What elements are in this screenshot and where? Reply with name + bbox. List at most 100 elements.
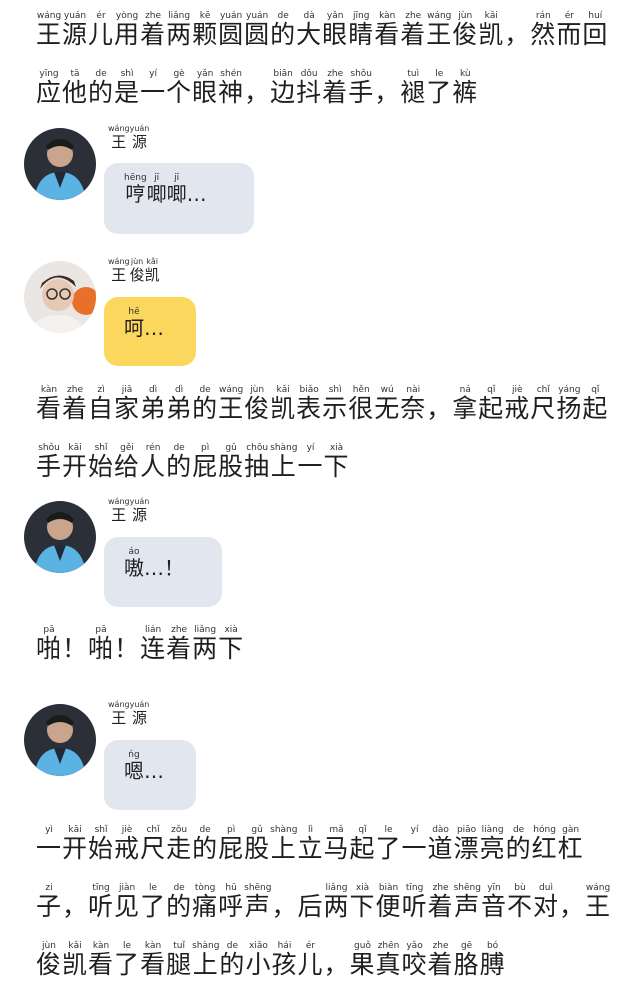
ruby-char: 杠gàn	[557, 825, 584, 863]
avatar-wang-yuan[interactable]	[24, 128, 96, 200]
ruby-char: 儿ér	[88, 11, 115, 49]
ruby-char: 一yì	[36, 825, 63, 863]
ruby-char: 两liǎng	[192, 625, 219, 663]
pinyin-annotation: zhe	[427, 941, 454, 951]
avatar-wang-yuan[interactable]	[24, 704, 96, 776]
pinyin-annotation: shēng	[453, 883, 481, 893]
pinyin-annotation: chǐ	[530, 385, 557, 395]
ruby-char: 着zhe	[166, 625, 193, 663]
ruby-char: 源yuán	[129, 497, 150, 524]
ruby-char: 个gè	[166, 69, 193, 107]
ruby-char: 上shàng	[192, 941, 220, 979]
ruby-char: …	[144, 316, 164, 340]
avatar-wang-yuan[interactable]	[24, 501, 96, 573]
ruby-char: 呼hū	[218, 883, 245, 921]
pinyin-annotation: kù	[452, 69, 479, 79]
ruby-char: 看kàn	[374, 11, 401, 49]
ruby-char: 咬yǎo	[401, 941, 428, 979]
pinyin-annotation: kē	[192, 11, 219, 21]
ruby-char: 的de	[270, 11, 297, 49]
ruby-char: 的de	[192, 825, 219, 863]
ruby-char: 俊jùn	[36, 941, 63, 979]
pinyin-annotation: shì	[322, 385, 349, 395]
avatar-photo-icon	[24, 704, 96, 776]
pinyin-annotation: yì	[36, 825, 63, 835]
ruby-char: 起qǐ	[478, 385, 505, 423]
ruby-char: 俊jùn	[129, 257, 145, 284]
avatar-wang-junkai[interactable]	[24, 261, 96, 333]
ruby-char: 着zhe	[322, 69, 349, 107]
pinyin-annotation: yuán	[129, 700, 150, 709]
pinyin-annotation: yǎn	[192, 69, 219, 79]
pinyin-annotation: kàn	[88, 941, 115, 951]
ruby-char: 听tīng	[88, 883, 115, 921]
sender-name-wang-yuan: 王wáng源yuán	[108, 700, 149, 728]
ruby-char: 源yuán	[62, 11, 89, 49]
pinyin-annotation: xiǎo	[245, 941, 272, 951]
ruby-char: 唧jī	[146, 173, 167, 206]
ruby-char: 两liǎng	[323, 883, 350, 921]
pinyin-annotation: wáng	[108, 257, 130, 266]
pinyin-annotation: jiè	[114, 825, 141, 835]
narration-paragraph-1: 王wáng源yuán儿ér用yòng着zhe两liǎng颗kē圆yuán圆yuá…	[36, 6, 616, 122]
pinyin-annotation: dì	[166, 385, 193, 395]
pinyin-annotation: hóng	[531, 825, 558, 835]
pinyin-annotation: zhe	[62, 385, 89, 395]
ruby-char: 的de	[166, 443, 193, 481]
ruby-char: 弟dì	[140, 385, 167, 423]
ruby-char: 俊jùn	[452, 11, 479, 49]
pinyin-annotation: rán	[530, 11, 557, 21]
pinyin-annotation: shàng	[192, 941, 220, 951]
pinyin-annotation: de	[192, 385, 219, 395]
ruby-char: 后	[297, 892, 324, 921]
ruby-char: 股gǔ	[244, 825, 271, 863]
ruby-char: 而ér	[556, 11, 583, 49]
ruby-char: 奈nài	[400, 385, 427, 423]
ruby-char: 马mǎ	[323, 825, 350, 863]
ruby-char: 上shàng	[270, 443, 298, 481]
ruby-char: 立lì	[297, 825, 324, 863]
ruby-char: 声shēng	[244, 883, 272, 921]
ruby-char: 着zhe	[140, 11, 167, 49]
ruby-char: 凯kǎi	[144, 257, 160, 284]
pinyin-annotation: tā	[62, 69, 89, 79]
ruby-char: 弟dì	[166, 385, 193, 423]
ruby-char: 圆yuán	[244, 11, 271, 49]
ruby-char: 手shǒu	[348, 69, 375, 107]
pinyin-annotation: yīng	[36, 69, 62, 79]
ruby-char: 很hěn	[348, 385, 375, 423]
ruby-char: 回huí	[582, 11, 609, 49]
ruby-char: 声shēng	[453, 883, 481, 921]
ruby-char: 抽chōu	[244, 443, 271, 481]
pinyin-annotation: xià	[323, 443, 350, 453]
pinyin-annotation: yǎn	[322, 11, 349, 21]
pinyin-annotation: xià	[218, 625, 245, 635]
pinyin-annotation: shǒu	[36, 443, 63, 453]
ruby-char: 尺chǐ	[140, 825, 167, 863]
pinyin-annotation: lián	[140, 625, 167, 635]
ruby-char: 凯kǎi	[270, 385, 297, 423]
pinyin-annotation: tīng	[401, 883, 428, 893]
pinyin-annotation: yí	[140, 69, 167, 79]
ruby-char: 边biān	[270, 69, 297, 107]
ruby-char: 手shǒu	[36, 443, 63, 481]
ruby-char: 漂piāo	[453, 825, 480, 863]
ruby-char: 人rén	[140, 443, 167, 481]
ruby-char: 着zhe	[62, 385, 89, 423]
ruby-char: ！	[114, 634, 141, 663]
ruby-char: 呵hē	[124, 307, 144, 340]
pinyin-annotation: guǒ	[349, 941, 376, 951]
pinyin-annotation: hēng	[124, 173, 147, 183]
pinyin-annotation: wáng	[108, 497, 130, 506]
ruby-char: ，	[374, 78, 401, 107]
ruby-char: 小xiǎo	[245, 941, 272, 979]
ruby-char: 股gǔ	[218, 443, 245, 481]
narration-paragraph-4: 一yì开kāi始shǐ戒jiè尺chǐ走zǒu的de屁pì股gǔ上shàng立l…	[36, 820, 616, 994]
ruby-char: 的de	[219, 941, 246, 979]
pinyin-annotation: liǎng	[166, 11, 193, 21]
pinyin-annotation: de	[219, 941, 246, 951]
pinyin-annotation: zhe	[400, 11, 427, 21]
pinyin-annotation: wáng	[218, 385, 245, 395]
ruby-char: 俊jùn	[244, 385, 271, 423]
pinyin-annotation: yuán	[218, 11, 245, 21]
